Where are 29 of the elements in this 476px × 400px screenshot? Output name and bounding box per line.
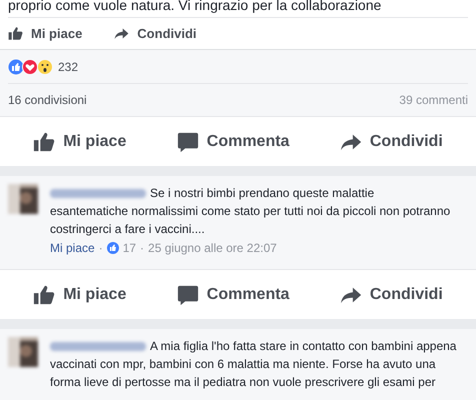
thumbs-up-icon <box>33 130 56 152</box>
like-button[interactable]: Mi piace <box>25 126 134 158</box>
share-arrow-icon <box>114 26 130 41</box>
share-button[interactable]: Condividi <box>332 126 451 158</box>
comment-text: vaccinati con mpr, bambini con 6 malattia ma niente. Forse ha avuto una <box>50 356 437 373</box>
comment-text: A mia figlia l'ho fatta stare in contatto con bambini appena <box>150 338 456 355</box>
like-count: 17 <box>122 240 136 257</box>
like-link[interactable]: Mi piace <box>50 239 95 257</box>
thumbs-up-icon <box>33 284 56 306</box>
speech-bubble-icon <box>176 284 199 306</box>
like-button[interactable]: Mi piace <box>25 278 134 310</box>
comment-text: esantematiche normalissimi come stato per tutti noi da piccoli non potranno <box>50 203 452 220</box>
share-button[interactable]: Condividi <box>114 24 197 44</box>
like-button[interactable]: Mi piace <box>8 24 82 44</box>
speech-bubble-icon <box>176 130 199 152</box>
share-button[interactable]: Condividi <box>332 278 451 310</box>
post-text: proprio come vuole natura. Vi ringrazio per la collaborazione <box>8 0 382 15</box>
shares-count[interactable]: 16 condivisioni <box>8 91 87 109</box>
comment-text: Se i nostri bimbi prendano queste malattie <box>150 185 374 202</box>
reaction-count[interactable]: 232 <box>58 58 78 76</box>
comment-text: costringerci a fare i vaccini.... <box>50 221 206 238</box>
comment-button[interactable]: Commenta <box>168 278 298 310</box>
thumbs-up-icon <box>8 26 23 41</box>
comment-text: forma lieve di pertosse ma il pediatra non vuole prescrivere gli esami per <box>50 374 437 391</box>
like-reaction-icon <box>106 242 119 254</box>
reaction-icons <box>8 58 54 74</box>
separator-dot: · <box>140 240 144 257</box>
separator-dot: · <box>98 240 103 257</box>
comment-button[interactable]: Commenta <box>168 126 298 158</box>
